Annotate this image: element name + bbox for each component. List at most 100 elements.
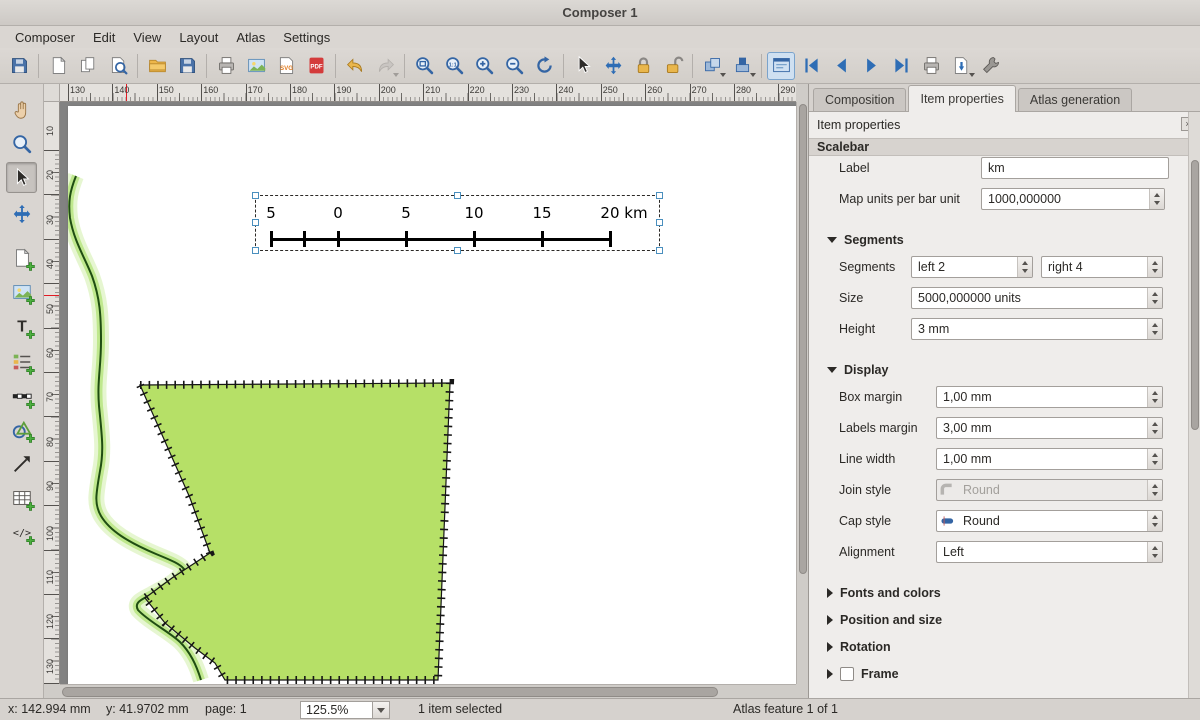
spin-down-icon[interactable] [1148,397,1162,407]
raise-items-button[interactable] [728,52,756,80]
box-margin-spinbox[interactable]: 1,00 mm [936,386,1163,408]
spin-down-icon[interactable] [1148,267,1162,277]
spin-up-icon[interactable] [1150,189,1164,199]
lock-items-button[interactable] [629,52,657,80]
export-atlas-button[interactable] [947,52,975,80]
spin-up-icon[interactable] [1148,449,1162,459]
atlas-last-feature-button[interactable] [887,52,915,80]
select-move-item-button[interactable] [569,52,597,80]
group-position-and-size[interactable]: Position and size [827,611,942,629]
save-as-template-button[interactable] [173,52,201,80]
spin-down-icon[interactable] [1148,552,1162,562]
spin-down-icon[interactable] [1148,329,1162,339]
spin-up-icon[interactable] [1148,288,1162,298]
print-atlas-button[interactable] [917,52,945,80]
menu-settings[interactable]: Settings [274,28,339,47]
spinner-arrows[interactable] [1147,257,1162,277]
zoom-actual-button[interactable] [440,52,468,80]
pan-tool-button[interactable] [6,94,37,125]
canvas-v-scrollbar[interactable] [796,102,808,684]
refresh-view-button[interactable] [530,52,558,80]
move-item-content-button[interactable] [599,52,627,80]
spinner-arrows[interactable] [1147,418,1162,438]
spin-up-icon[interactable] [1148,257,1162,267]
menu-edit[interactable]: Edit [84,28,124,47]
load-from-template-button[interactable] [143,52,171,80]
join-style-combobox[interactable]: Round [936,479,1163,501]
spin-up-icon[interactable] [1148,387,1162,397]
tab-item-properties[interactable]: Item properties [908,85,1015,112]
unlock-items-button[interactable] [659,52,687,80]
add-map-button[interactable] [6,242,37,273]
composition-canvas[interactable]: 505101520 km [60,102,796,684]
select-move-item-tool-button[interactable] [6,162,37,193]
atlas-settings-button[interactable] [977,52,1005,80]
spin-up-icon[interactable] [1018,257,1032,267]
add-scalebar-button[interactable] [6,380,37,411]
zoom-tool-button[interactable] [6,128,37,159]
spinner-arrows[interactable] [1147,387,1162,407]
atlas-previous-feature-button[interactable] [827,52,855,80]
zoom-out-button[interactable] [500,52,528,80]
tab-composition[interactable]: Composition [813,88,906,111]
v-scroll-thumb[interactable] [799,104,807,574]
spinner-arrows[interactable] [1147,288,1162,308]
group-rotation[interactable]: Rotation [827,638,891,656]
add-image-button[interactable] [6,276,37,307]
spinner-arrows[interactable] [1149,189,1164,209]
menu-atlas[interactable]: Atlas [227,28,274,47]
alignment-combobox[interactable]: Left [936,541,1163,563]
spin-up-icon[interactable] [1148,418,1162,428]
line-width-spinbox[interactable]: 1,00 mm [936,448,1163,470]
spin-up-icon[interactable] [1148,511,1162,521]
move-item-content-tool-button[interactable] [6,198,37,229]
spin-down-icon[interactable] [1148,459,1162,469]
height-spinbox[interactable]: 3 mm [911,318,1163,340]
group-segments[interactable]: Segments [827,231,904,249]
group-display[interactable]: Display [827,361,888,379]
atlas-first-feature-button[interactable] [797,52,825,80]
spin-down-icon[interactable] [1148,298,1162,308]
group-items-button[interactable] [698,52,726,80]
spin-down-icon[interactable] [1150,199,1164,209]
add-legend-button[interactable] [6,346,37,377]
panel-scrollbar[interactable] [1188,112,1200,698]
size-spinbox[interactable]: 5000,000000 units [911,287,1163,309]
spinner-arrows[interactable] [1017,257,1032,277]
spinner-arrows[interactable] [1147,319,1162,339]
scalebar-item[interactable]: 505101520 km [255,195,660,251]
add-html-frame-button[interactable] [6,516,37,547]
add-attribute-table-button[interactable] [6,482,37,513]
menu-layout[interactable]: Layout [170,28,227,47]
zoom-level-combobox[interactable]: 125.5% [300,701,390,719]
zoom-full-button[interactable] [410,52,438,80]
spin-down-icon[interactable] [1148,521,1162,531]
composer-manager-button[interactable] [104,52,132,80]
combo-arrows[interactable] [1147,480,1162,500]
window-titlebar[interactable]: Composer 1 [0,0,1200,26]
spin-up-icon[interactable] [1148,319,1162,329]
cap-style-combobox[interactable]: Round [936,510,1163,532]
zoom-in-button[interactable] [470,52,498,80]
zoom-dropdown-button[interactable] [373,701,390,719]
export-image-button[interactable] [242,52,270,80]
menu-composer[interactable]: Composer [6,28,84,47]
spin-up-icon[interactable] [1148,542,1162,552]
atlas-next-feature-button[interactable] [857,52,885,80]
canvas-h-scrollbar[interactable] [60,684,796,698]
add-shape-button[interactable] [6,414,37,445]
menu-view[interactable]: View [124,28,170,47]
frame-checkbox[interactable] [840,667,854,681]
group-fonts-and-colors[interactable]: Fonts and colors [827,584,941,602]
atlas-preview-button[interactable] [767,52,795,80]
add-label-button[interactable] [6,310,37,341]
spin-down-icon[interactable] [1018,267,1032,277]
panel-scroll-thumb[interactable] [1191,160,1199,430]
tab-atlas-generation[interactable]: Atlas generation [1018,88,1132,111]
spin-down-icon[interactable] [1148,490,1162,500]
composer-page[interactable]: 505101520 km [68,106,796,684]
new-composer-button[interactable] [44,52,72,80]
print-button[interactable] [212,52,240,80]
redo-button[interactable] [371,52,399,80]
add-arrow-button[interactable] [6,448,37,479]
